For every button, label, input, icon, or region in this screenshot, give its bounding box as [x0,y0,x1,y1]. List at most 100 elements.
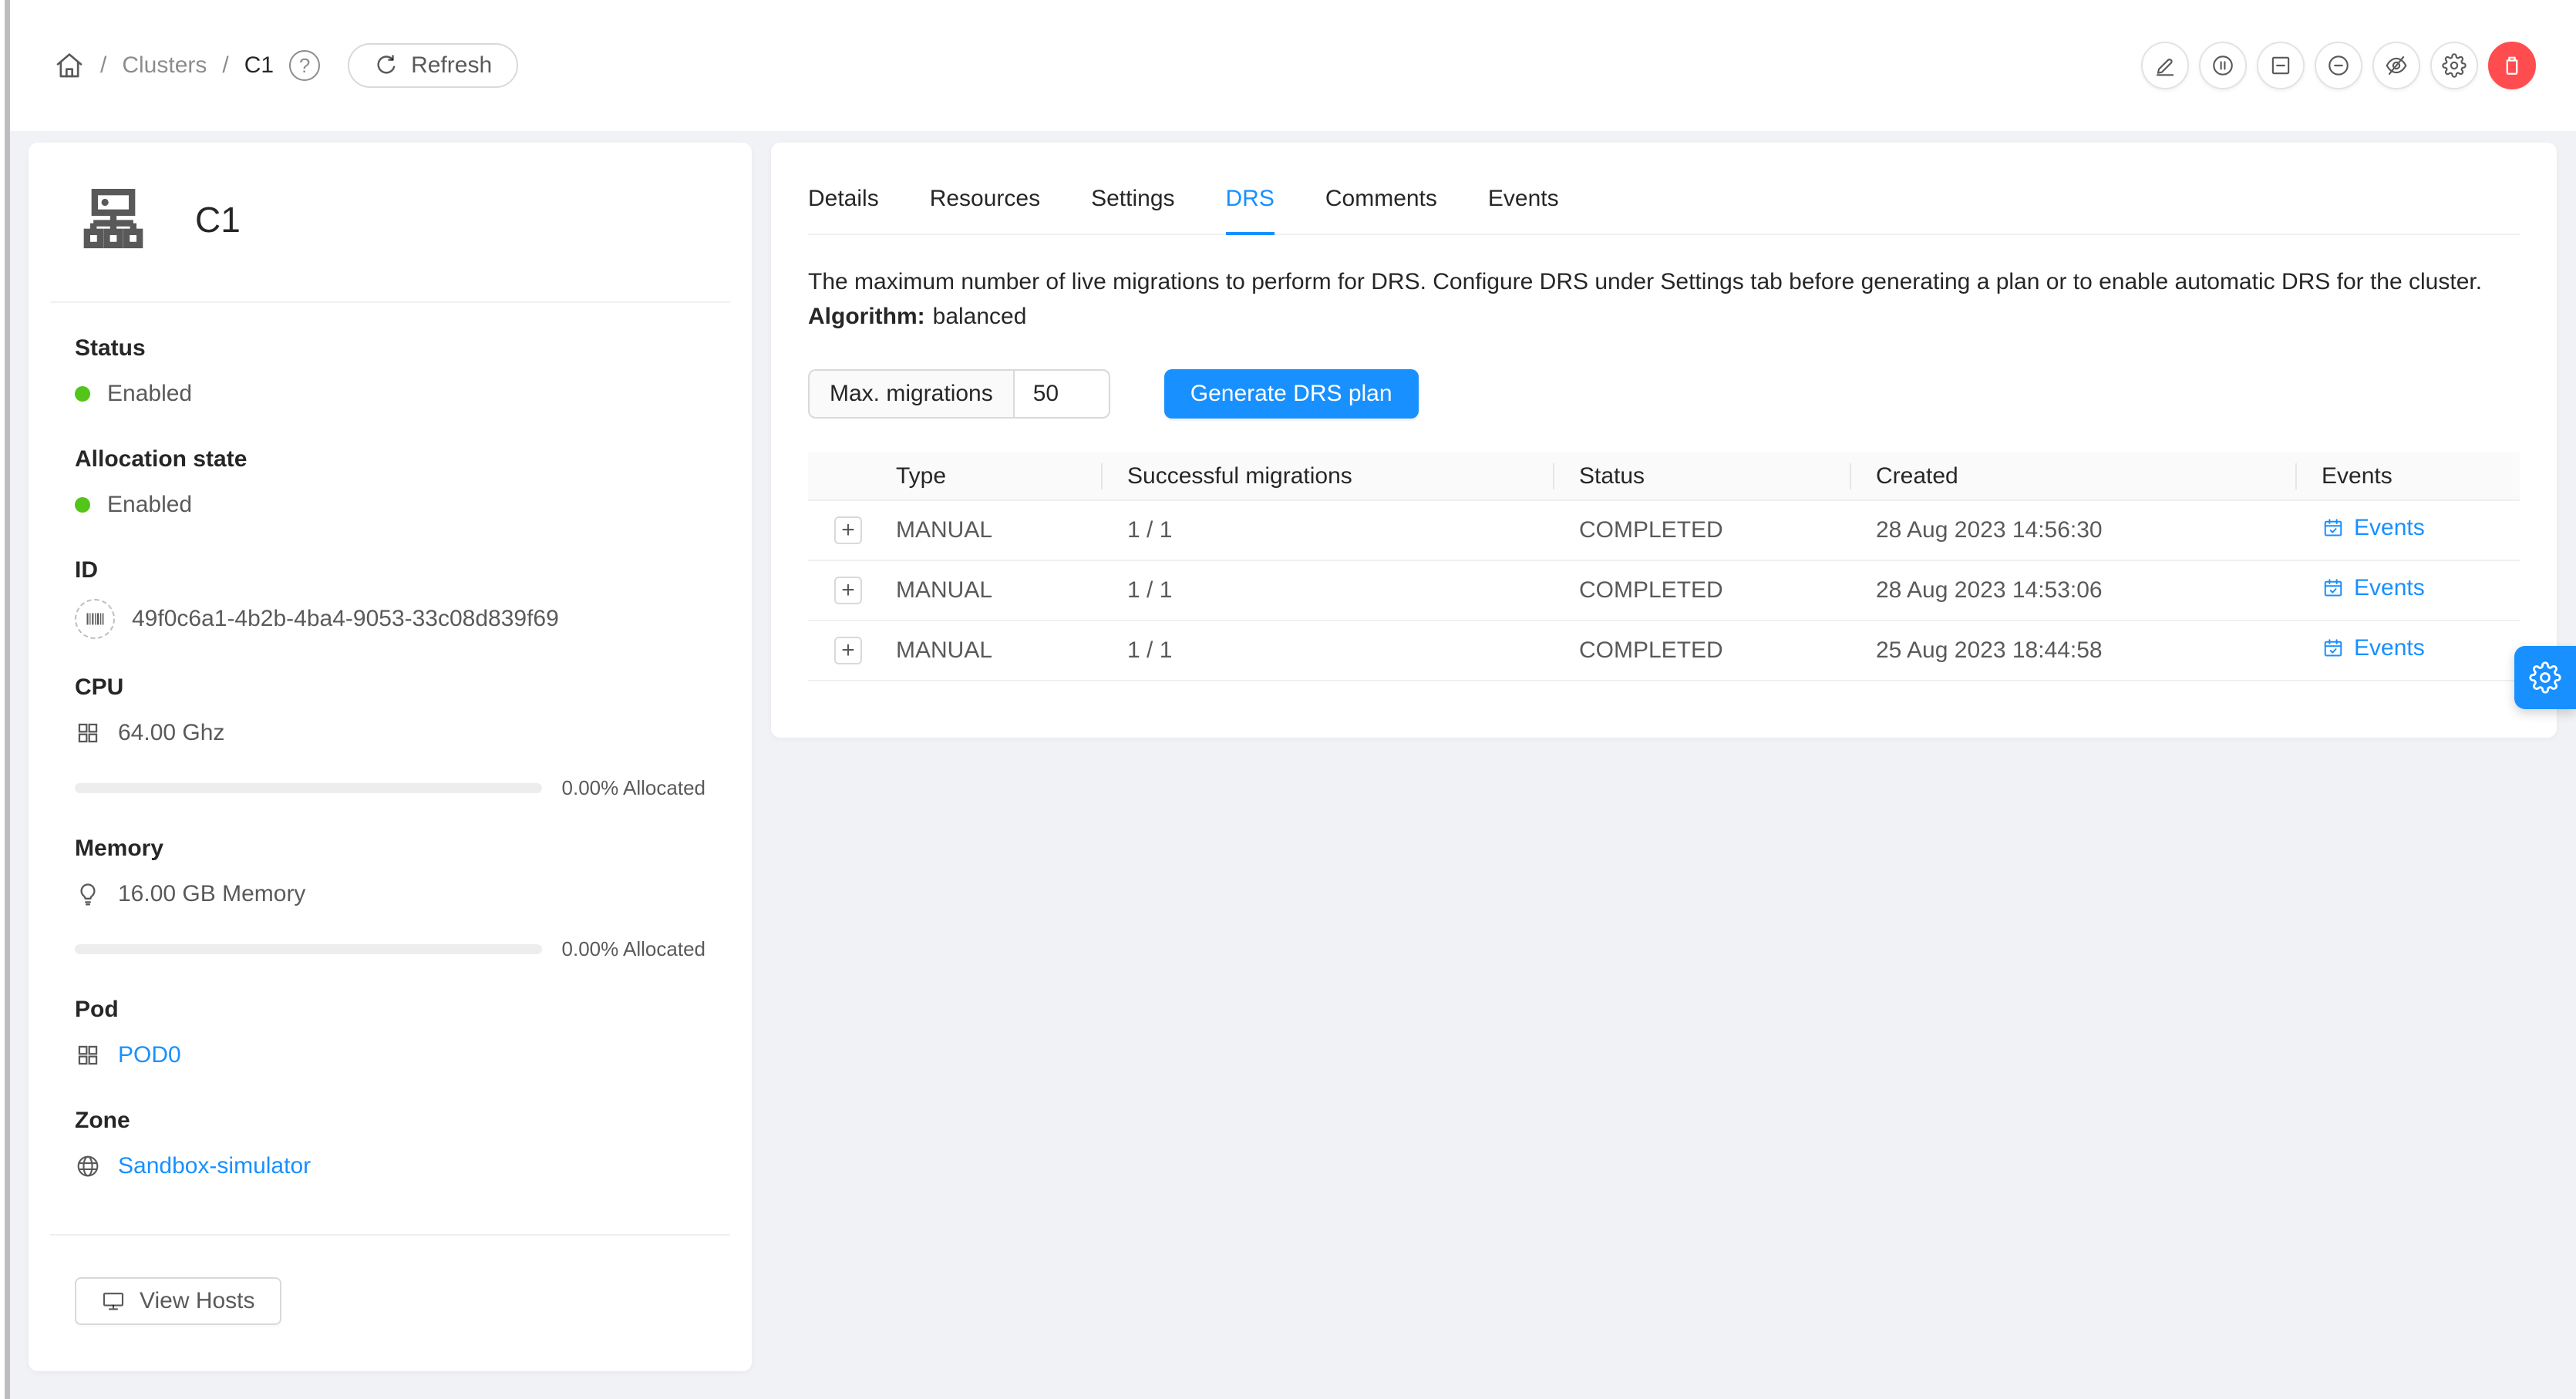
gear-icon [2529,661,2561,694]
appstore-icon [75,720,101,746]
column-header-successful-migrations: Successful migrations [1101,452,1553,500]
section-label: Allocation state [75,446,705,472]
cell-created: 28 Aug 2023 14:53:06 [1850,560,2295,620]
cell-successful-migrations: 1 / 1 [1101,620,1553,681]
breadcrumb: / Clusters / C1 ? Refresh [54,43,518,88]
tab-details[interactable]: Details [808,186,879,235]
refresh-label: Refresh [411,52,492,79]
gear-icon [2442,53,2467,78]
memory-value: 16.00 GB Memory [118,881,305,907]
status-dot [75,386,90,402]
disable-button[interactable] [2315,42,2362,89]
drs-plan-table: Type Successful migrations Status Create… [808,452,2520,681]
algorithm-value: balanced [933,304,1027,329]
events-link-label: Events [2354,515,2425,541]
section-status: Status Enabled [75,335,705,411]
algorithm-line: Algorithm: balanced [808,299,2520,334]
section-label: Zone [75,1108,705,1134]
refresh-button[interactable]: Refresh [348,43,518,88]
tab-events[interactable]: Events [1488,186,1559,235]
window-edge-bar [5,0,10,1399]
barcode-icon [75,599,115,639]
generate-drs-plan-button[interactable]: Generate DRS plan [1164,369,1419,419]
cell-type: MANUAL [870,560,1101,620]
events-link-label: Events [2354,635,2425,661]
cluster-icon [75,181,152,258]
breadcrumb-item-current: C1 [244,52,274,79]
breadcrumb-item-clusters[interactable]: Clusters [122,52,207,79]
cell-created: 25 Aug 2023 18:44:58 [1850,620,2295,681]
memory-progress-bar [75,944,542,954]
settings-button[interactable] [2430,42,2478,89]
pause-circle-icon [2211,53,2235,78]
home-icon[interactable] [54,50,85,81]
pencil-icon [2153,53,2177,78]
events-link[interactable]: Events [2322,515,2425,541]
cpu-value: 64.00 Ghz [118,720,224,746]
edit-button[interactable] [2141,42,2189,89]
floating-settings-button[interactable] [2514,646,2576,709]
cell-status: COMPLETED [1553,620,1850,681]
column-header-status: Status [1553,452,1850,500]
view-hosts-label: View Hosts [140,1288,255,1314]
section-label: Pod [75,997,705,1023]
calendar-check-icon [2322,516,2345,540]
view-hosts-button[interactable]: View Hosts [75,1277,281,1325]
drs-description: The maximum number of live migrations to… [808,264,2520,299]
events-link-label: Events [2354,575,2425,601]
cell-successful-migrations: 1 / 1 [1101,560,1553,620]
minus-circle-icon [2326,53,2351,78]
max-migrations-label: Max. migrations [808,369,1013,419]
column-header-type: Type [870,452,1101,500]
tab-drs[interactable]: DRS [1226,186,1275,235]
max-migrations-group: Max. migrations [808,369,1110,419]
cluster-header: C1 [29,143,752,301]
cpu-allocated-label: 0.00% Allocated [562,776,705,800]
pause-button[interactable] [2199,42,2247,89]
status-dot [75,497,90,513]
top-bar: / Clusters / C1 ? Refresh [10,0,2576,131]
column-header-events: Events [2295,452,2520,500]
hide-button[interactable] [2372,42,2420,89]
minus-square-icon [2268,53,2293,78]
section-label: Memory [75,836,705,862]
page-title: C1 [195,199,241,240]
max-migrations-input[interactable] [1013,369,1110,419]
section-cpu: CPU 64.00 Ghz 0.00% Allocated [75,674,705,800]
unmanage-button[interactable] [2257,42,2305,89]
question-circle-icon[interactable]: ? [289,50,320,81]
pod-link[interactable]: POD0 [118,1042,181,1068]
cell-status: COMPLETED [1553,560,1850,620]
cell-created: 28 Aug 2023 14:56:30 [1850,500,2295,560]
delete-button[interactable] [2488,42,2536,89]
section-allocation-state: Allocation state Enabled [75,446,705,522]
cell-type: MANUAL [870,620,1101,681]
tab-bar: Details Resources Settings DRS Comments … [808,143,2520,235]
events-link[interactable]: Events [2322,575,2425,601]
section-zone: Zone Sandbox-simulator [75,1108,705,1183]
globe-icon [75,1153,101,1179]
allocation-state-value: Enabled [107,492,192,518]
status-value: Enabled [107,381,192,407]
breadcrumb-separator: / [222,52,228,79]
trash-icon [2499,52,2525,79]
tab-resources[interactable]: Resources [930,186,1040,235]
section-id: ID 49f0c6a1-4b2b-4ba4-9053-33c08d839f69 [75,557,705,639]
cell-type: MANUAL [870,500,1101,560]
expand-row-button[interactable]: + [834,637,862,664]
tab-comments[interactable]: Comments [1325,186,1437,235]
monitor-icon [101,1289,126,1313]
reload-icon [374,53,399,78]
calendar-check-icon [2322,577,2345,600]
table-row: + MANUAL 1 / 1 COMPLETED 28 Aug 2023 14:… [808,560,2520,620]
zone-link[interactable]: Sandbox-simulator [118,1153,311,1179]
expand-row-button[interactable]: + [834,516,862,544]
tab-settings[interactable]: Settings [1091,186,1174,235]
expand-row-button[interactable]: + [834,577,862,604]
cell-status: COMPLETED [1553,500,1850,560]
algorithm-label: Algorithm: [808,304,925,329]
cluster-info-panel: C1 Status Enabled Allocation state Enabl… [29,143,752,1371]
column-header-created: Created [1850,452,2295,500]
events-link[interactable]: Events [2322,635,2425,661]
expander-column-header [808,452,870,500]
